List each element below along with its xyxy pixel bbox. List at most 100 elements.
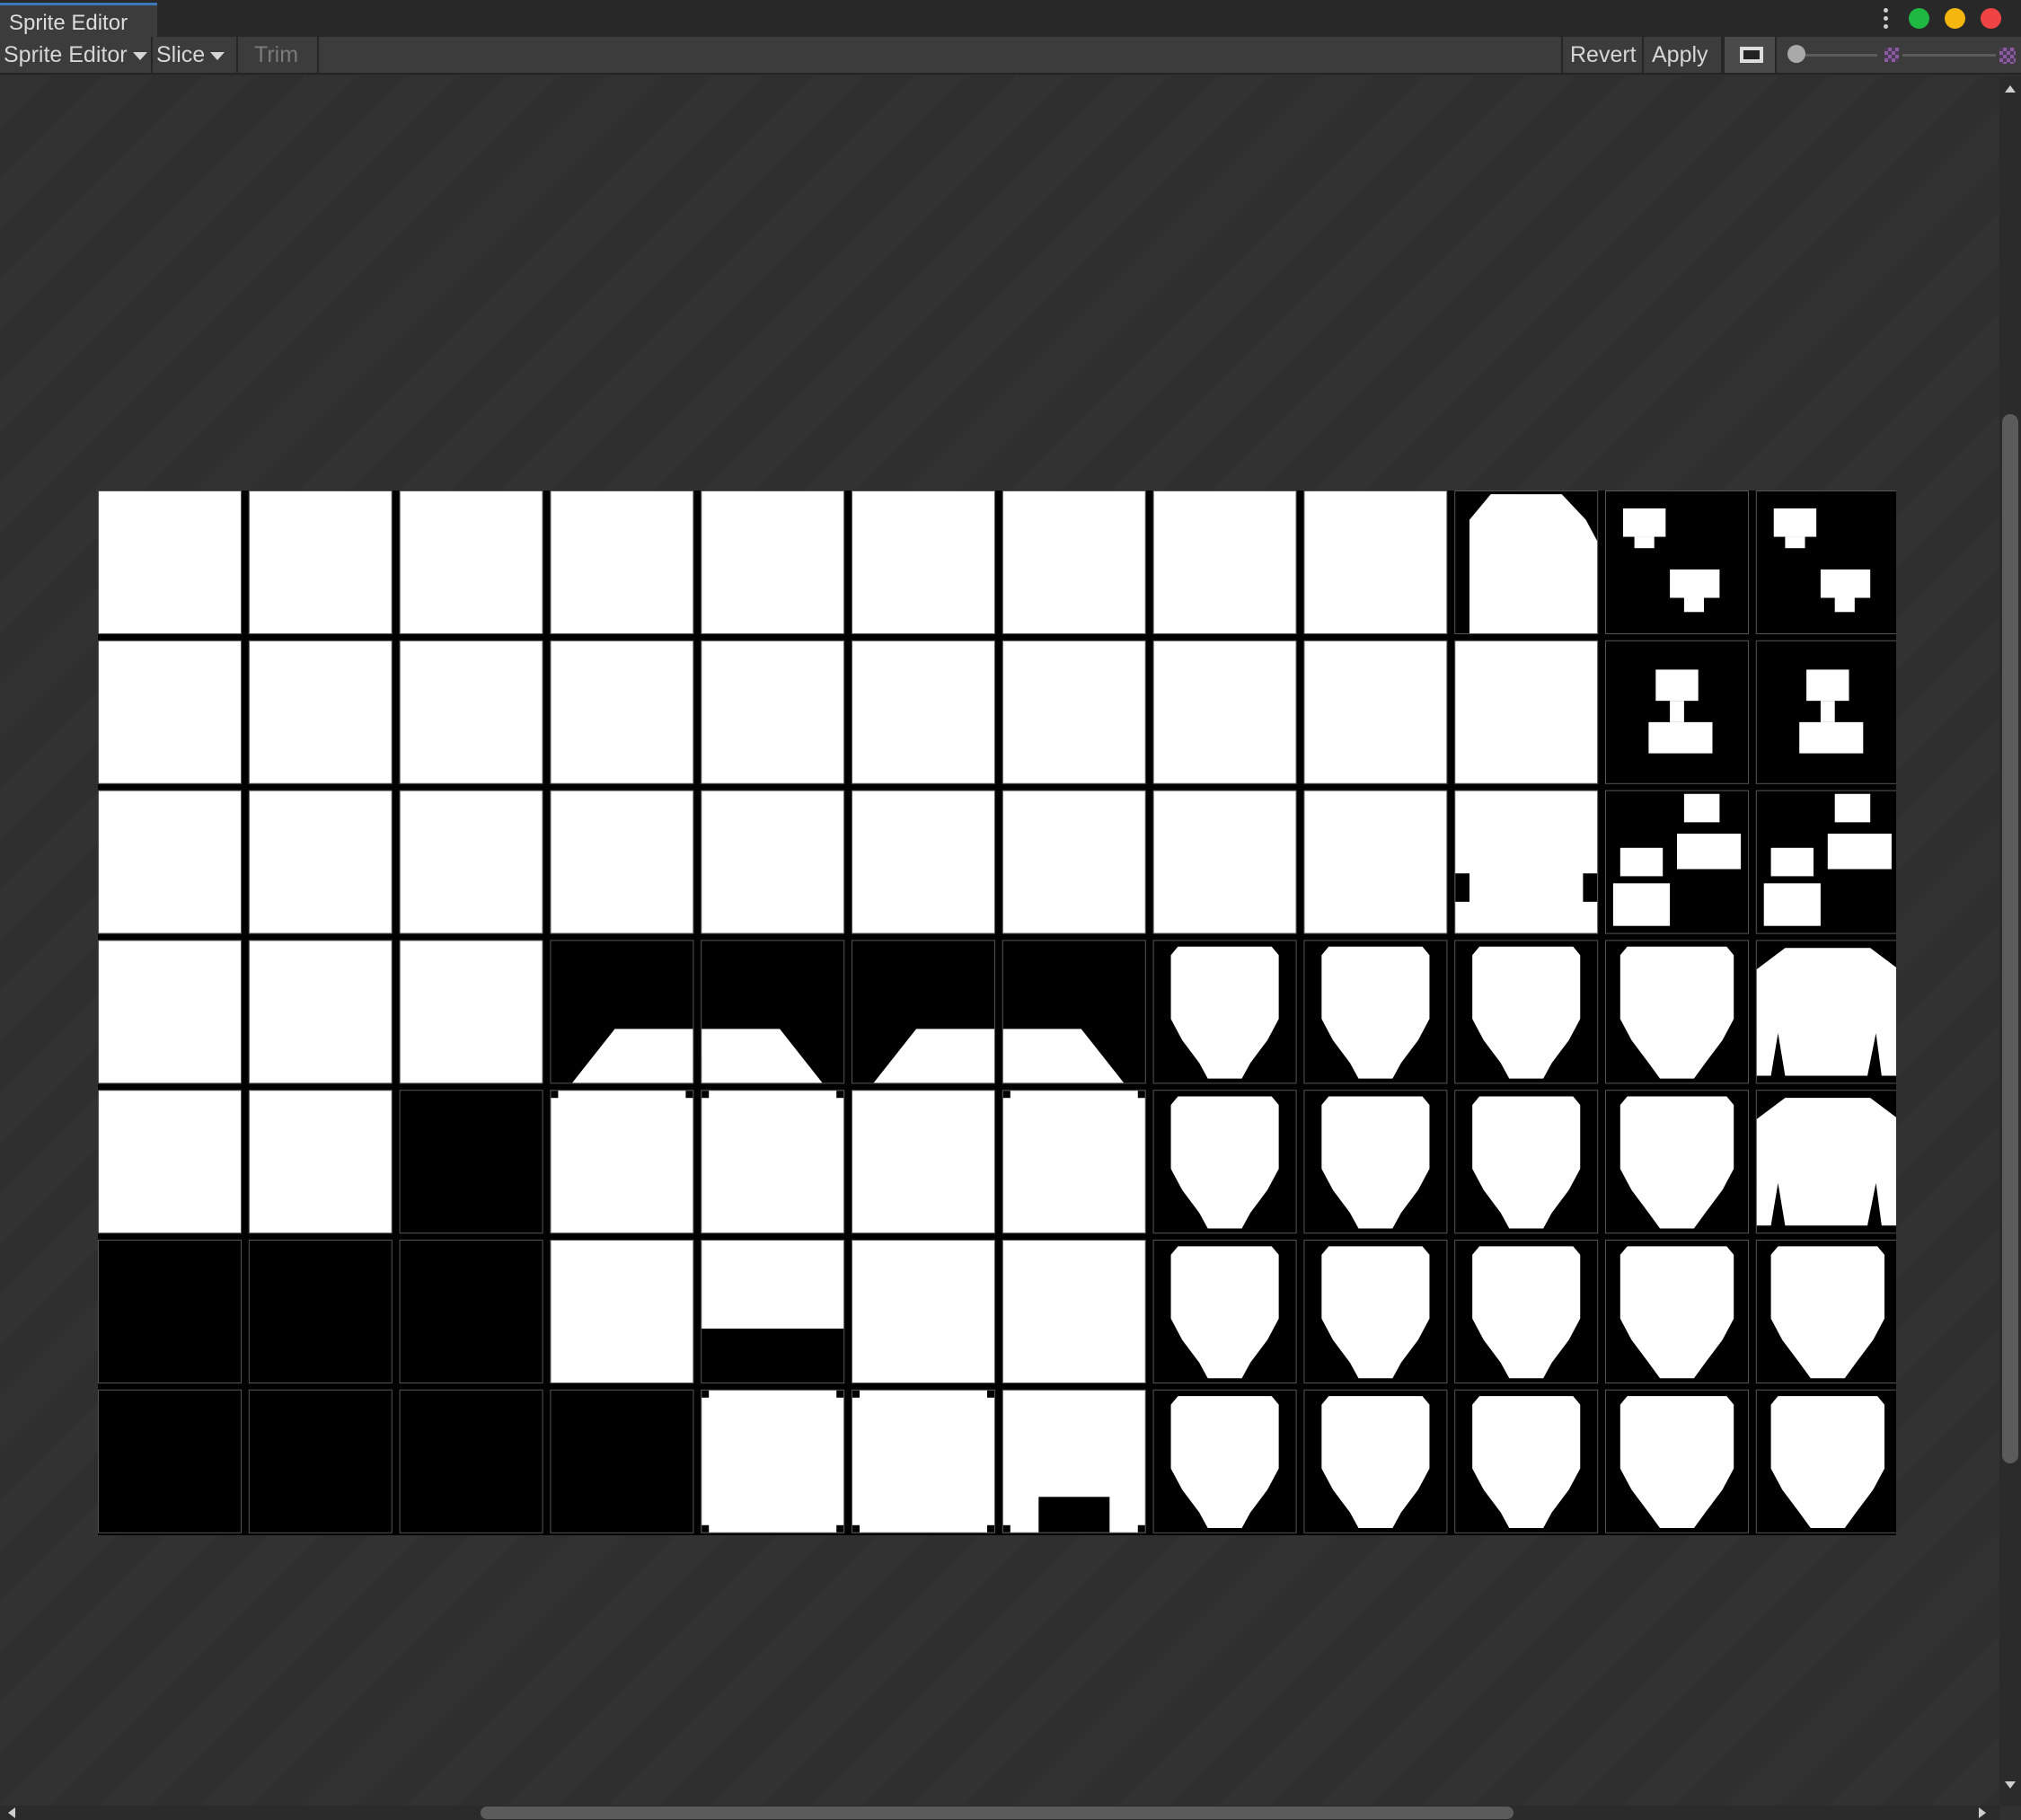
sprite-cell[interactable]	[1303, 490, 1448, 634]
vertical-scroll-thumb[interactable]	[2002, 414, 2018, 1463]
sprite-cell[interactable]	[701, 1090, 845, 1234]
trim-button[interactable]: Trim	[238, 37, 319, 73]
apply-button[interactable]: Apply	[1644, 37, 1723, 73]
sprite-cell[interactable]	[1605, 490, 1749, 634]
slice-dropdown[interactable]: Slice	[153, 37, 238, 73]
sprite-cell[interactable]	[399, 640, 543, 784]
sprite-cell[interactable]	[248, 490, 393, 634]
sprite-cell[interactable]	[1002, 1090, 1146, 1234]
sprite-cell[interactable]	[1605, 1090, 1749, 1234]
close-button[interactable]	[1981, 8, 2001, 29]
sprite-cell[interactable]	[701, 1240, 845, 1383]
sprite-cell[interactable]	[550, 940, 694, 1084]
horizontal-scrollbar[interactable]	[0, 1806, 1999, 1820]
sprite-cell[interactable]	[98, 490, 242, 634]
sprite-cell[interactable]	[98, 640, 242, 784]
sprite-cell[interactable]	[98, 1090, 242, 1234]
sprite-cell[interactable]	[1454, 940, 1599, 1084]
scroll-down-icon[interactable]	[2005, 1781, 2016, 1789]
sprite-cell[interactable]	[701, 490, 845, 634]
sprite-cell[interactable]	[1755, 940, 1896, 1084]
sprite-cell[interactable]	[248, 1389, 393, 1533]
sprite-cell[interactable]	[1755, 1240, 1896, 1383]
sprite-cell[interactable]	[1605, 1240, 1749, 1383]
sprite-cell[interactable]	[1454, 790, 1599, 934]
sprite-cell[interactable]	[701, 790, 845, 934]
alpha-preview-toggle[interactable]	[1723, 37, 1777, 73]
sprite-cell[interactable]	[1002, 1240, 1146, 1383]
sprite-cell[interactable]	[550, 640, 694, 784]
sprite-cell[interactable]	[550, 790, 694, 934]
minimize-button[interactable]	[1945, 8, 1965, 29]
sprite-cell[interactable]	[1605, 640, 1749, 784]
sprite-cell[interactable]	[550, 490, 694, 634]
horizontal-scroll-thumb[interactable]	[481, 1807, 1514, 1819]
sprite-cell[interactable]	[399, 1240, 543, 1383]
sprite-cell[interactable]	[1454, 490, 1599, 634]
sprite-cell[interactable]	[98, 940, 242, 1084]
scroll-up-icon[interactable]	[2005, 85, 2016, 93]
sprite-cell[interactable]	[701, 940, 845, 1084]
sprite-canvas[interactable]	[0, 76, 1999, 1806]
sprite-cell[interactable]	[1002, 490, 1146, 634]
sprite-cell[interactable]	[550, 1389, 694, 1533]
sprite-cell[interactable]	[1152, 1240, 1297, 1383]
sprite-cell[interactable]	[852, 640, 995, 784]
sprite-cell[interactable]	[550, 1090, 694, 1234]
sprite-cell[interactable]	[1152, 790, 1297, 934]
zoom-slider[interactable]	[1796, 54, 1877, 57]
editor-mode-dropdown[interactable]: Sprite Editor	[0, 37, 153, 73]
maximize-button[interactable]	[1909, 8, 1929, 29]
sprite-cell[interactable]	[852, 940, 995, 1084]
sprite-cell[interactable]	[1152, 490, 1297, 634]
sprite-cell[interactable]	[1755, 640, 1896, 784]
sprite-cell[interactable]	[1454, 1240, 1599, 1383]
sprite-cell[interactable]	[248, 1090, 393, 1234]
sprite-cell[interactable]	[1605, 1389, 1749, 1533]
sprite-cell[interactable]	[1303, 1240, 1448, 1383]
sprite-cell[interactable]	[1002, 940, 1146, 1084]
sprite-cell[interactable]	[1303, 940, 1448, 1084]
sprite-cell[interactable]	[852, 790, 995, 934]
sprite-cell[interactable]	[399, 790, 543, 934]
sprite-cell[interactable]	[550, 1240, 694, 1383]
revert-button[interactable]: Revert	[1561, 37, 1644, 73]
sprite-cell[interactable]	[1002, 1389, 1146, 1533]
sprite-cell[interactable]	[1605, 940, 1749, 1084]
scroll-right-icon[interactable]	[1979, 1807, 1986, 1818]
sprite-cell[interactable]	[1755, 1389, 1896, 1533]
sprite-cell[interactable]	[1002, 640, 1146, 784]
sprite-cell[interactable]	[248, 790, 393, 934]
sprite-cell[interactable]	[701, 640, 845, 784]
sprite-cell[interactable]	[1152, 1389, 1297, 1533]
sprite-cell[interactable]	[98, 1240, 242, 1383]
sprite-cell[interactable]	[248, 640, 393, 784]
sprite-cell[interactable]	[1303, 640, 1448, 784]
sprite-cell[interactable]	[1303, 1090, 1448, 1234]
sprite-cell[interactable]	[852, 490, 995, 634]
sprite-cell[interactable]	[1454, 1090, 1599, 1234]
sprite-cell[interactable]	[1755, 1090, 1896, 1234]
sprite-cell[interactable]	[1454, 640, 1599, 784]
sprite-cell[interactable]	[399, 1389, 543, 1533]
sprite-cell[interactable]	[1152, 940, 1297, 1084]
sprite-cell[interactable]	[1755, 490, 1896, 634]
sprite-cell[interactable]	[1002, 790, 1146, 934]
sprite-cell[interactable]	[1152, 1090, 1297, 1234]
sprite-cell[interactable]	[98, 790, 242, 934]
sprite-cell[interactable]	[1605, 790, 1749, 934]
sprite-cell[interactable]	[399, 940, 543, 1084]
sprite-cell[interactable]	[1303, 790, 1448, 934]
sprite-cell[interactable]	[98, 1389, 242, 1533]
sprite-cell[interactable]	[248, 1240, 393, 1383]
mip-slider[interactable]	[1902, 54, 1996, 57]
more-options-icon[interactable]	[1884, 8, 1889, 32]
sprite-cell[interactable]	[399, 490, 543, 634]
tab-sprite-editor[interactable]: Sprite Editor	[0, 3, 157, 37]
scroll-left-icon[interactable]	[8, 1807, 15, 1818]
vertical-scrollbar[interactable]	[1999, 76, 2021, 1806]
sprite-cell[interactable]	[1152, 640, 1297, 784]
sprite-cell[interactable]	[1454, 1389, 1599, 1533]
sprite-cell[interactable]	[1303, 1389, 1448, 1533]
sprite-cell[interactable]	[701, 1389, 845, 1533]
